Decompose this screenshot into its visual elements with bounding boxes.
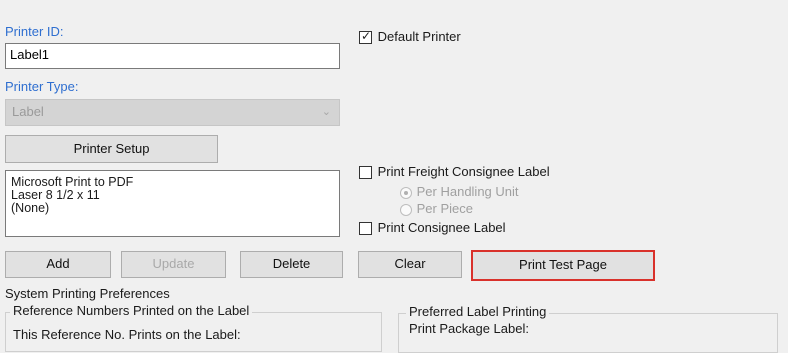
per-piece-radio[interactable]: Per Piece bbox=[400, 201, 473, 216]
radio-icon bbox=[400, 203, 412, 216]
printer-id-label: Printer ID: bbox=[5, 24, 64, 39]
per-handling-unit-label: Per Handling Unit bbox=[416, 184, 519, 199]
clear-button[interactable]: Clear bbox=[358, 251, 462, 278]
print-test-page-label: Print Test Page bbox=[519, 257, 607, 272]
preferred-label-group-title: Preferred Label Printing bbox=[406, 304, 550, 319]
per-handling-unit-radio[interactable]: Per Handling Unit bbox=[400, 184, 519, 199]
default-printer-checkbox[interactable]: ✓ Default Printer bbox=[359, 29, 461, 45]
printer-type-value: Label bbox=[12, 104, 44, 119]
reference-number-text: This Reference No. Prints on the Label: bbox=[13, 327, 241, 342]
printer-type-label: Printer Type: bbox=[5, 79, 79, 94]
checkbox-icon bbox=[359, 166, 372, 180]
checkmark-icon: ✓ bbox=[361, 29, 372, 44]
radio-selected-icon bbox=[400, 186, 412, 199]
chevron-down-icon: ⌄ bbox=[321, 106, 331, 118]
printer-info-line: Laser 8 1/2 x 11 bbox=[11, 188, 100, 202]
reference-numbers-group-title: Reference Numbers Printed on the Label bbox=[10, 303, 253, 318]
per-piece-label: Per Piece bbox=[416, 201, 473, 216]
update-button[interactable]: Update bbox=[121, 251, 226, 278]
print-consignee-checkbox[interactable]: Print Consignee Label bbox=[359, 220, 506, 236]
print-test-page-button[interactable]: Print Test Page bbox=[471, 250, 655, 281]
printer-id-input[interactable]: Label1 bbox=[5, 43, 340, 69]
printer-setup-button[interactable]: Printer Setup bbox=[5, 135, 218, 163]
checkbox-icon: ✓ bbox=[359, 29, 372, 45]
delete-button[interactable]: Delete bbox=[240, 251, 343, 278]
printer-info-box: Microsoft Print to PDF Laser 8 1/2 x 11 … bbox=[5, 170, 340, 237]
printer-type-select[interactable]: Label ⌄ bbox=[5, 99, 340, 126]
add-button[interactable]: Add bbox=[5, 251, 111, 278]
checkbox-icon bbox=[359, 222, 372, 236]
system-printing-preferences-title: System Printing Preferences bbox=[5, 286, 170, 301]
default-printer-label: Default Printer bbox=[377, 29, 461, 44]
print-freight-consignee-label: Print Freight Consignee Label bbox=[377, 164, 550, 179]
print-freight-consignee-checkbox[interactable]: Print Freight Consignee Label bbox=[359, 164, 550, 180]
print-consignee-label: Print Consignee Label bbox=[377, 220, 506, 235]
print-package-label-text: Print Package Label: bbox=[409, 321, 529, 336]
printer-info-line: (None) bbox=[11, 201, 50, 215]
